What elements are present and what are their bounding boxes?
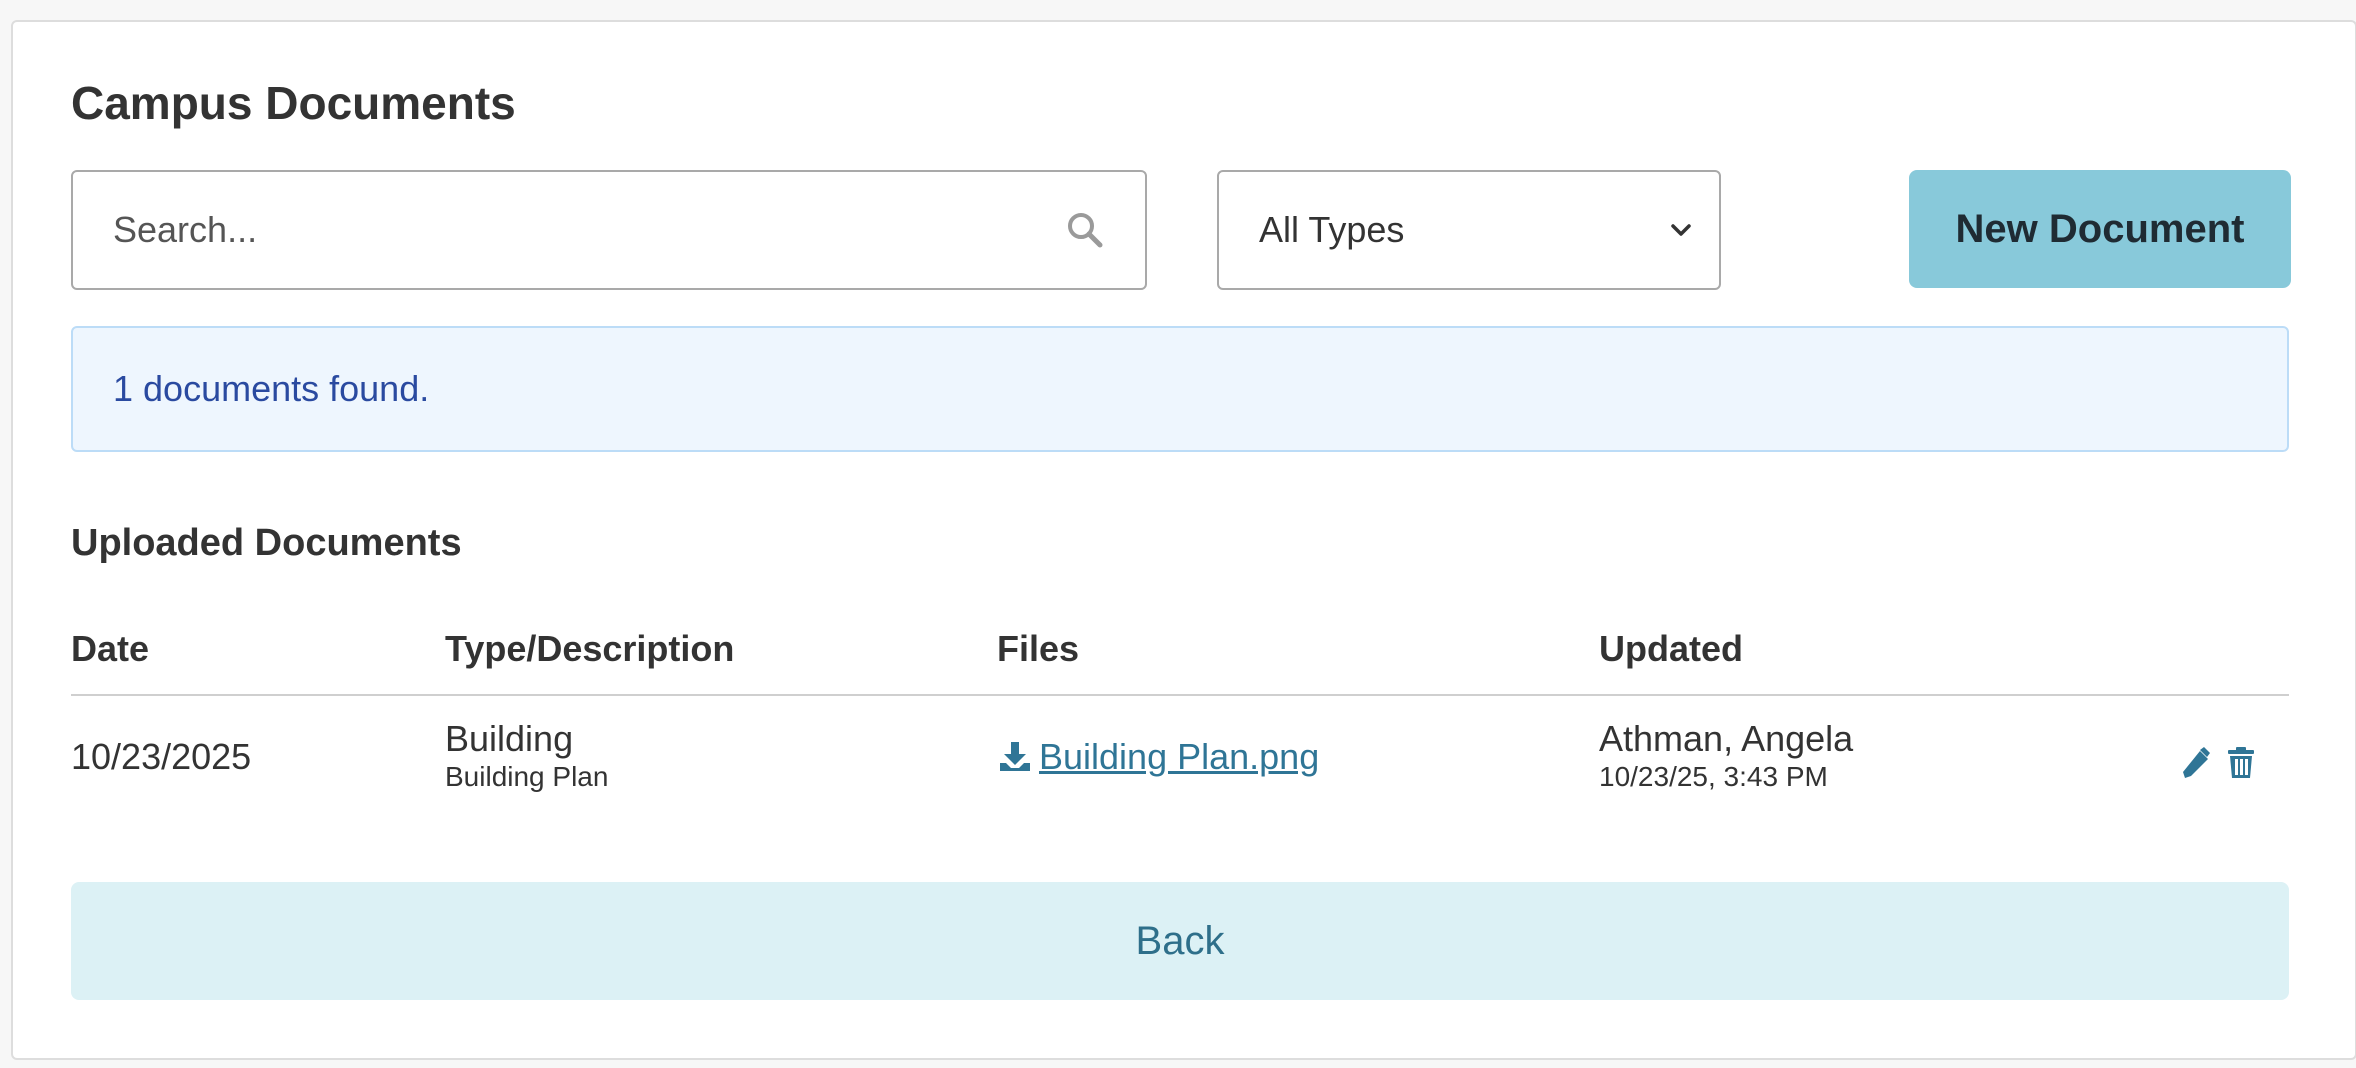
column-header-updated: Updated — [1599, 628, 1743, 669]
chevron-down-icon — [1671, 224, 1691, 236]
row-type-cell: Building Building Plan — [445, 718, 608, 794]
row-file-cell[interactable]: Building Plan.png — [997, 736, 1319, 778]
row-updated-cell: Athman, Angela 10/23/25, 3:43 PM — [1599, 718, 1853, 794]
results-alert: 1 documents found. — [71, 326, 2289, 452]
new-document-button[interactable]: New Document — [1909, 170, 2291, 288]
column-header-files: Files — [997, 628, 1080, 669]
row-updated-at: 10/23/25, 3:43 PM — [1599, 761, 1828, 792]
page-title: Campus Documents — [71, 77, 516, 129]
column-header-date: Date — [71, 628, 150, 669]
documents-card: Campus Documents All Types New Document … — [11, 20, 2356, 1060]
type-filter-select[interactable]: All Types — [1217, 170, 1721, 290]
table-header: Date Type/Description Files Updated — [71, 604, 2289, 696]
search-icon[interactable] — [1065, 210, 1105, 250]
pencil-icon[interactable] — [2179, 746, 2211, 780]
table-row: 10/23/2025 Building Building Plan Buildi… — [71, 696, 2289, 828]
row-actions — [2179, 746, 2257, 780]
file-download-link[interactable]: Building Plan.png — [1039, 736, 1319, 778]
section-title: Uploaded Documents — [71, 522, 462, 564]
results-count-text: 1 documents found. — [113, 368, 430, 409]
documents-table: Date Type/Description Files Updated 10/2… — [71, 604, 2289, 828]
card-content: Campus Documents All Types New Document … — [71, 22, 2291, 1058]
type-filter-value: All Types — [1259, 209, 1405, 250]
trash-icon[interactable] — [2225, 746, 2257, 780]
back-button[interactable]: Back — [71, 882, 2289, 1000]
search-input[interactable] — [113, 209, 1065, 251]
row-type: Building — [445, 718, 574, 759]
row-description: Building Plan — [445, 761, 609, 792]
search-box[interactable] — [71, 170, 1147, 290]
row-updated-by: Athman, Angela — [1599, 718, 1854, 759]
column-header-type: Type/Description — [445, 628, 735, 669]
row-date: 10/23/2025 — [71, 736, 252, 777]
download-icon[interactable] — [997, 739, 1033, 775]
